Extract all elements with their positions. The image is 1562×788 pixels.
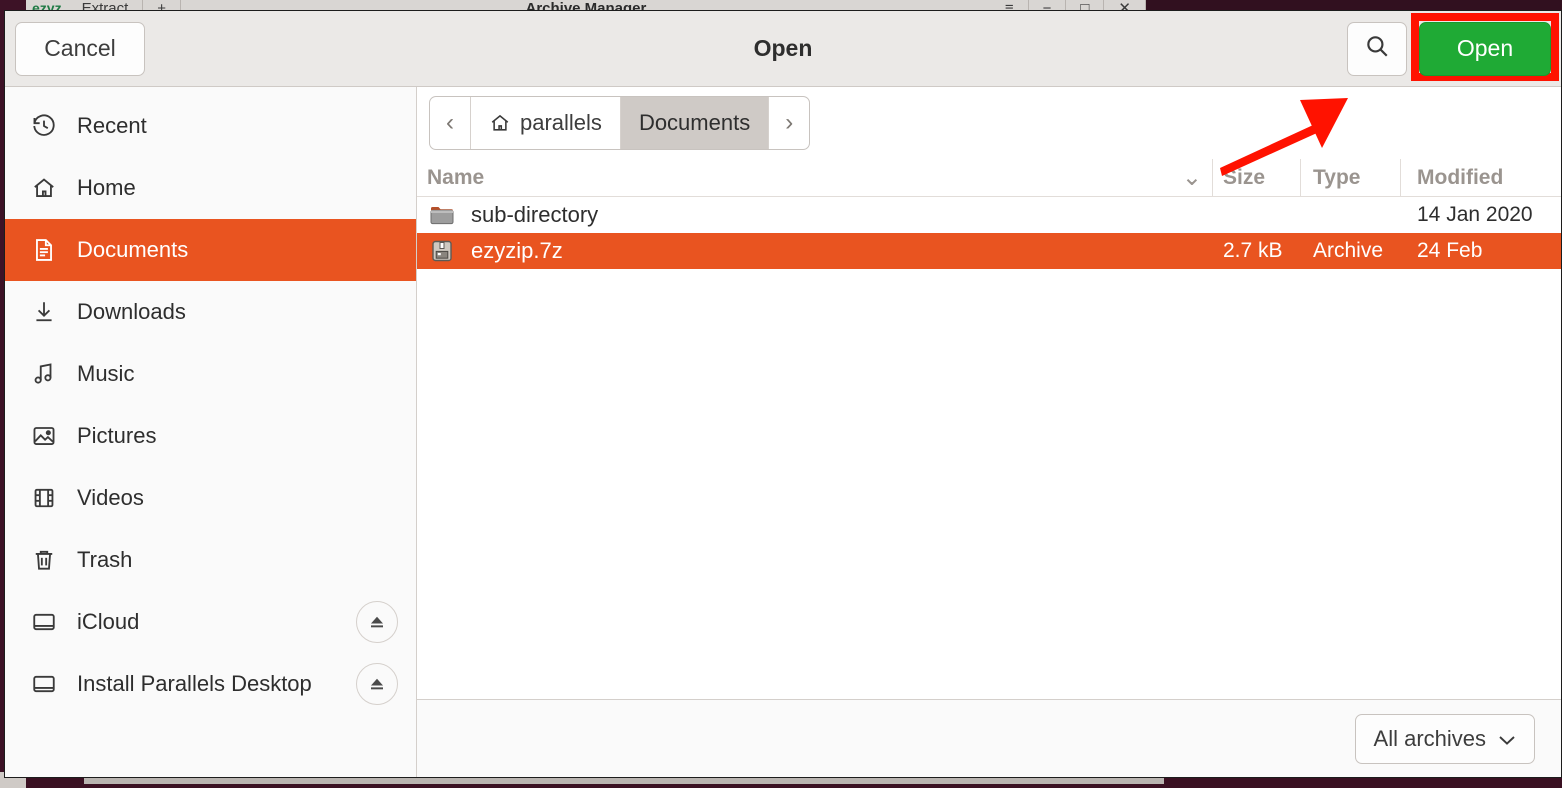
sidebar-item-label: Home bbox=[77, 175, 136, 200]
sidebar-item-downloads[interactable]: Downloads bbox=[5, 281, 416, 343]
dialog-header: Cancel Open Open bbox=[5, 11, 1561, 87]
cancel-button[interactable]: Cancel bbox=[15, 21, 145, 76]
sidebar-item-pictures[interactable]: Pictures bbox=[5, 405, 416, 467]
breadcrumb-item-documents[interactable]: Documents bbox=[620, 97, 770, 149]
open-button[interactable]: Open bbox=[1419, 21, 1551, 76]
sort-chevron-icon: ⌄ bbox=[1181, 164, 1202, 191]
column-header-modified[interactable]: Modified bbox=[1401, 159, 1561, 196]
chevron-down-icon bbox=[1498, 726, 1516, 752]
folder-icon bbox=[427, 203, 457, 227]
breadcrumb-label: parallels bbox=[520, 110, 602, 135]
dialog-body: Recent Home Documents Downloads Music Pi… bbox=[5, 87, 1561, 777]
column-headers: Name ⌄ Size Type Modified bbox=[417, 159, 1561, 197]
search-icon bbox=[1364, 33, 1390, 64]
file-name-label: ezyzip.7z bbox=[471, 238, 563, 263]
column-header-type[interactable]: Type bbox=[1301, 159, 1401, 196]
film-strip-icon bbox=[27, 485, 61, 511]
sidebar-item-icloud[interactable]: iCloud bbox=[5, 591, 416, 653]
sidebar-item-documents[interactable]: Documents bbox=[5, 219, 416, 281]
music-note-icon bbox=[27, 361, 61, 387]
archive-file-icon bbox=[427, 239, 457, 263]
picture-icon bbox=[27, 423, 61, 449]
breadcrumb: ‹ parallels Documents › bbox=[429, 96, 811, 150]
sidebar-item-label: iCloud bbox=[77, 609, 140, 634]
sidebar-item-label: Music bbox=[77, 361, 135, 386]
sidebar-item-trash[interactable]: Trash bbox=[5, 529, 416, 591]
trash-icon bbox=[27, 547, 61, 573]
pathbar-row: ‹ parallels Documents › bbox=[417, 87, 1561, 159]
sidebar-item-recent[interactable]: Recent bbox=[5, 95, 416, 157]
sidebar-item-label: Trash bbox=[77, 547, 133, 572]
sidebar-item-install-parallels-desktop[interactable]: Install Parallels Desktop bbox=[5, 653, 416, 715]
eject-button-icloud[interactable] bbox=[356, 601, 398, 643]
clock-history-icon bbox=[27, 113, 61, 139]
file-size-cell: 2.7 kB bbox=[1223, 239, 1283, 262]
column-header-name-label: Name bbox=[427, 165, 485, 189]
file-modified-cell: 14 Jan 2020 bbox=[1417, 203, 1533, 226]
breadcrumb-item-parallels[interactable]: parallels bbox=[471, 97, 621, 149]
sidebar-item-label: Videos bbox=[77, 485, 144, 510]
download-arrow-icon bbox=[27, 299, 61, 325]
places-sidebar: Recent Home Documents Downloads Music Pi… bbox=[5, 87, 417, 777]
file-name-label: sub-directory bbox=[471, 202, 599, 227]
file-type-cell bbox=[1301, 197, 1401, 233]
column-header-size[interactable]: Size bbox=[1213, 159, 1301, 196]
home-icon bbox=[489, 112, 511, 134]
dialog-title: Open bbox=[753, 35, 813, 61]
file-type-cell: Archive bbox=[1313, 239, 1384, 262]
table-row[interactable]: sub-directory 14 Jan 2020 bbox=[417, 197, 1561, 233]
file-modified-cell: 24 Feb bbox=[1417, 239, 1483, 262]
file-name-cell: sub-directory bbox=[417, 197, 1213, 233]
sidebar-item-videos[interactable]: Videos bbox=[5, 467, 416, 529]
dialog-footer: All archives bbox=[417, 699, 1561, 777]
sidebar-item-music[interactable]: Music bbox=[5, 343, 416, 405]
sidebar-item-label: Recent bbox=[77, 113, 147, 138]
header-actions: Open bbox=[1347, 21, 1551, 76]
drive-icon bbox=[27, 609, 61, 635]
file-browser-pane: ‹ parallels Documents › Name ⌄ Size Type… bbox=[417, 87, 1561, 777]
file-size-cell bbox=[1213, 197, 1301, 233]
sidebar-item-home[interactable]: Home bbox=[5, 157, 416, 219]
file-list: sub-directory 14 Jan 2020 ezyzip.7z 2.7 … bbox=[417, 197, 1561, 699]
sidebar-item-label: Install Parallels Desktop bbox=[77, 671, 312, 696]
drive-icon bbox=[27, 671, 61, 697]
search-button[interactable] bbox=[1347, 21, 1407, 76]
file-name-cell: ezyzip.7z bbox=[417, 233, 1213, 269]
eject-button-install-parallels-desktop[interactable] bbox=[356, 663, 398, 705]
sidebar-item-label: Documents bbox=[77, 237, 189, 262]
file-type-filter-select[interactable]: All archives bbox=[1354, 713, 1535, 764]
breadcrumb-forward-button[interactable]: › bbox=[769, 97, 809, 149]
document-icon bbox=[27, 237, 61, 263]
home-icon bbox=[27, 175, 61, 201]
filter-label: All archives bbox=[1373, 725, 1486, 751]
table-row[interactable]: ezyzip.7z 2.7 kB Archive 24 Feb bbox=[417, 233, 1561, 269]
open-file-dialog: Cancel Open Open Recent Home Documents D… bbox=[4, 10, 1562, 778]
column-header-name[interactable]: Name ⌄ bbox=[417, 159, 1213, 196]
sidebar-item-label: Pictures bbox=[77, 423, 157, 448]
sidebar-item-label: Downloads bbox=[77, 299, 186, 324]
breadcrumb-back-button[interactable]: ‹ bbox=[430, 97, 471, 149]
